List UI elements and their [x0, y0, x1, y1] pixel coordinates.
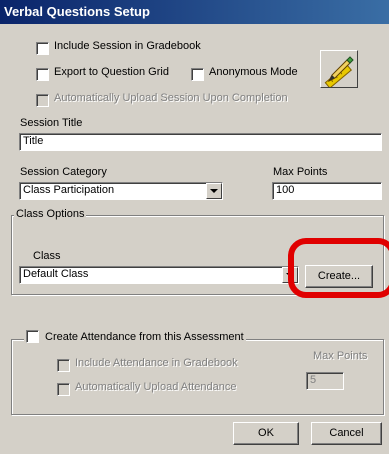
- window-title: Verbal Questions Setup: [0, 0, 389, 24]
- max-points-label: Max Points: [273, 166, 328, 178]
- create-attendance-checkbox[interactable]: [26, 330, 39, 343]
- create-attendance-label: Create Attendance from this Assessment: [45, 330, 244, 343]
- auto-upload-attendance-checkbox[interactable]: [57, 383, 70, 396]
- include-gradebook-label: Include Session in Gradebook: [54, 40, 201, 52]
- anonymous-mode-checkbox[interactable]: [191, 68, 204, 81]
- session-title-label: Session Title: [20, 117, 83, 129]
- attendance-max-points-input[interactable]: 5: [306, 372, 344, 390]
- session-title-input[interactable]: Title: [19, 133, 382, 151]
- ruler-pencil-icon[interactable]: [320, 50, 358, 89]
- auto-upload-attendance-label: Automatically Upload Attendance: [75, 381, 237, 393]
- anonymous-mode-label: Anonymous Mode: [209, 66, 298, 78]
- chevron-down-icon: [210, 189, 218, 193]
- include-attendance-label: Include Attendance in Gradebook: [75, 357, 238, 369]
- attendance-group-header: Create Attendance from this Assessment: [24, 330, 246, 343]
- ok-button[interactable]: OK: [233, 422, 299, 445]
- class-value: Default Class: [23, 268, 89, 280]
- highlight-annotation: [288, 238, 389, 298]
- cancel-button[interactable]: Cancel: [311, 422, 382, 445]
- include-gradebook-checkbox[interactable]: [36, 42, 49, 55]
- session-category-select[interactable]: Class Participation: [19, 182, 223, 200]
- max-points-input[interactable]: 100: [272, 182, 382, 200]
- class-select[interactable]: Default Class: [19, 266, 299, 284]
- export-grid-checkbox[interactable]: [36, 68, 49, 81]
- class-options-title: Class Options: [14, 208, 87, 220]
- class-label: Class: [33, 250, 61, 262]
- export-grid-label: Export to Question Grid: [54, 66, 169, 78]
- auto-upload-checkbox[interactable]: [36, 94, 49, 107]
- attendance-max-points-label: Max Points: [313, 350, 368, 362]
- auto-upload-label: Automatically Upload Session Upon Comple…: [54, 92, 288, 104]
- session-category-dropdown-button[interactable]: [206, 183, 222, 199]
- include-attendance-checkbox[interactable]: [57, 359, 70, 372]
- session-category-label: Session Category: [20, 166, 107, 178]
- session-category-value: Class Participation: [23, 184, 115, 196]
